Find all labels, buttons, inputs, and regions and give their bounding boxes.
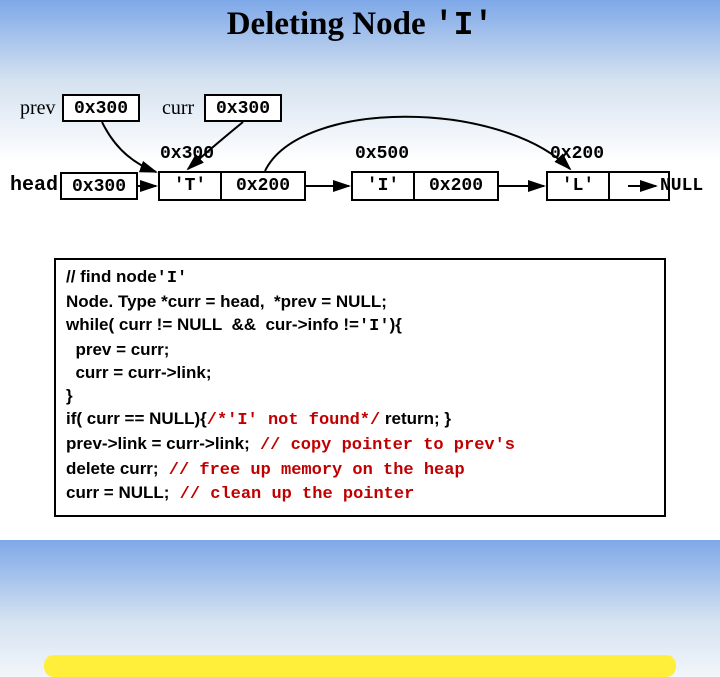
label-prev: prev — [20, 97, 56, 120]
arrows-svg — [0, 44, 720, 294]
code-l9: delete curr; // free up memory on the he… — [66, 458, 654, 483]
head-box: 0x300 — [60, 172, 138, 200]
code-l2: Node. Type *curr = head, *prev = NULL; — [66, 291, 654, 314]
node-2: 'I' 0x200 — [351, 171, 499, 201]
title-text: Deleting Node — [227, 6, 426, 42]
code-l5: curr = curr->link; — [66, 362, 654, 385]
prev-box: 0x300 — [62, 94, 140, 122]
code-l7: if( curr == NULL){/*'I' not found*/ retu… — [66, 408, 654, 433]
code-l6: } — [66, 385, 654, 408]
node-2-link: 0x200 — [413, 171, 499, 201]
node-1: 'T' 0x200 — [158, 171, 306, 201]
page-title: Deleting Node 'I' — [0, 0, 720, 44]
node-1-link: 0x200 — [220, 171, 306, 201]
curr-box: 0x300 — [204, 94, 282, 122]
addr-node2: 0x500 — [355, 144, 409, 164]
addr-node3: 0x200 — [550, 144, 604, 164]
null-label: NULL — [660, 176, 703, 196]
code-box: // find node'I' Node. Type *curr = head,… — [54, 258, 666, 517]
code-l10: curr = NULL; // clean up the pointer — [66, 482, 654, 507]
node-3: 'L' — [546, 171, 670, 201]
code-l3: while( curr != NULL && cur->info !='I'){ — [66, 314, 654, 339]
node-1-info: 'T' — [158, 171, 220, 201]
label-head: head — [10, 174, 58, 197]
label-curr: curr — [162, 97, 194, 120]
code-l4: prev = curr; — [66, 339, 654, 362]
addr-node1: 0x300 — [160, 144, 214, 164]
node-3-info: 'L' — [546, 171, 608, 201]
title-code: 'I' — [434, 7, 493, 44]
diagram-stage: prev 0x300 curr 0x300 0x300 0x500 0x200 … — [0, 44, 720, 244]
code-l8: prev->link = curr->link; // copy pointer… — [66, 433, 654, 458]
code-l1: // find node'I' — [66, 266, 654, 291]
node-2-info: 'I' — [351, 171, 413, 201]
